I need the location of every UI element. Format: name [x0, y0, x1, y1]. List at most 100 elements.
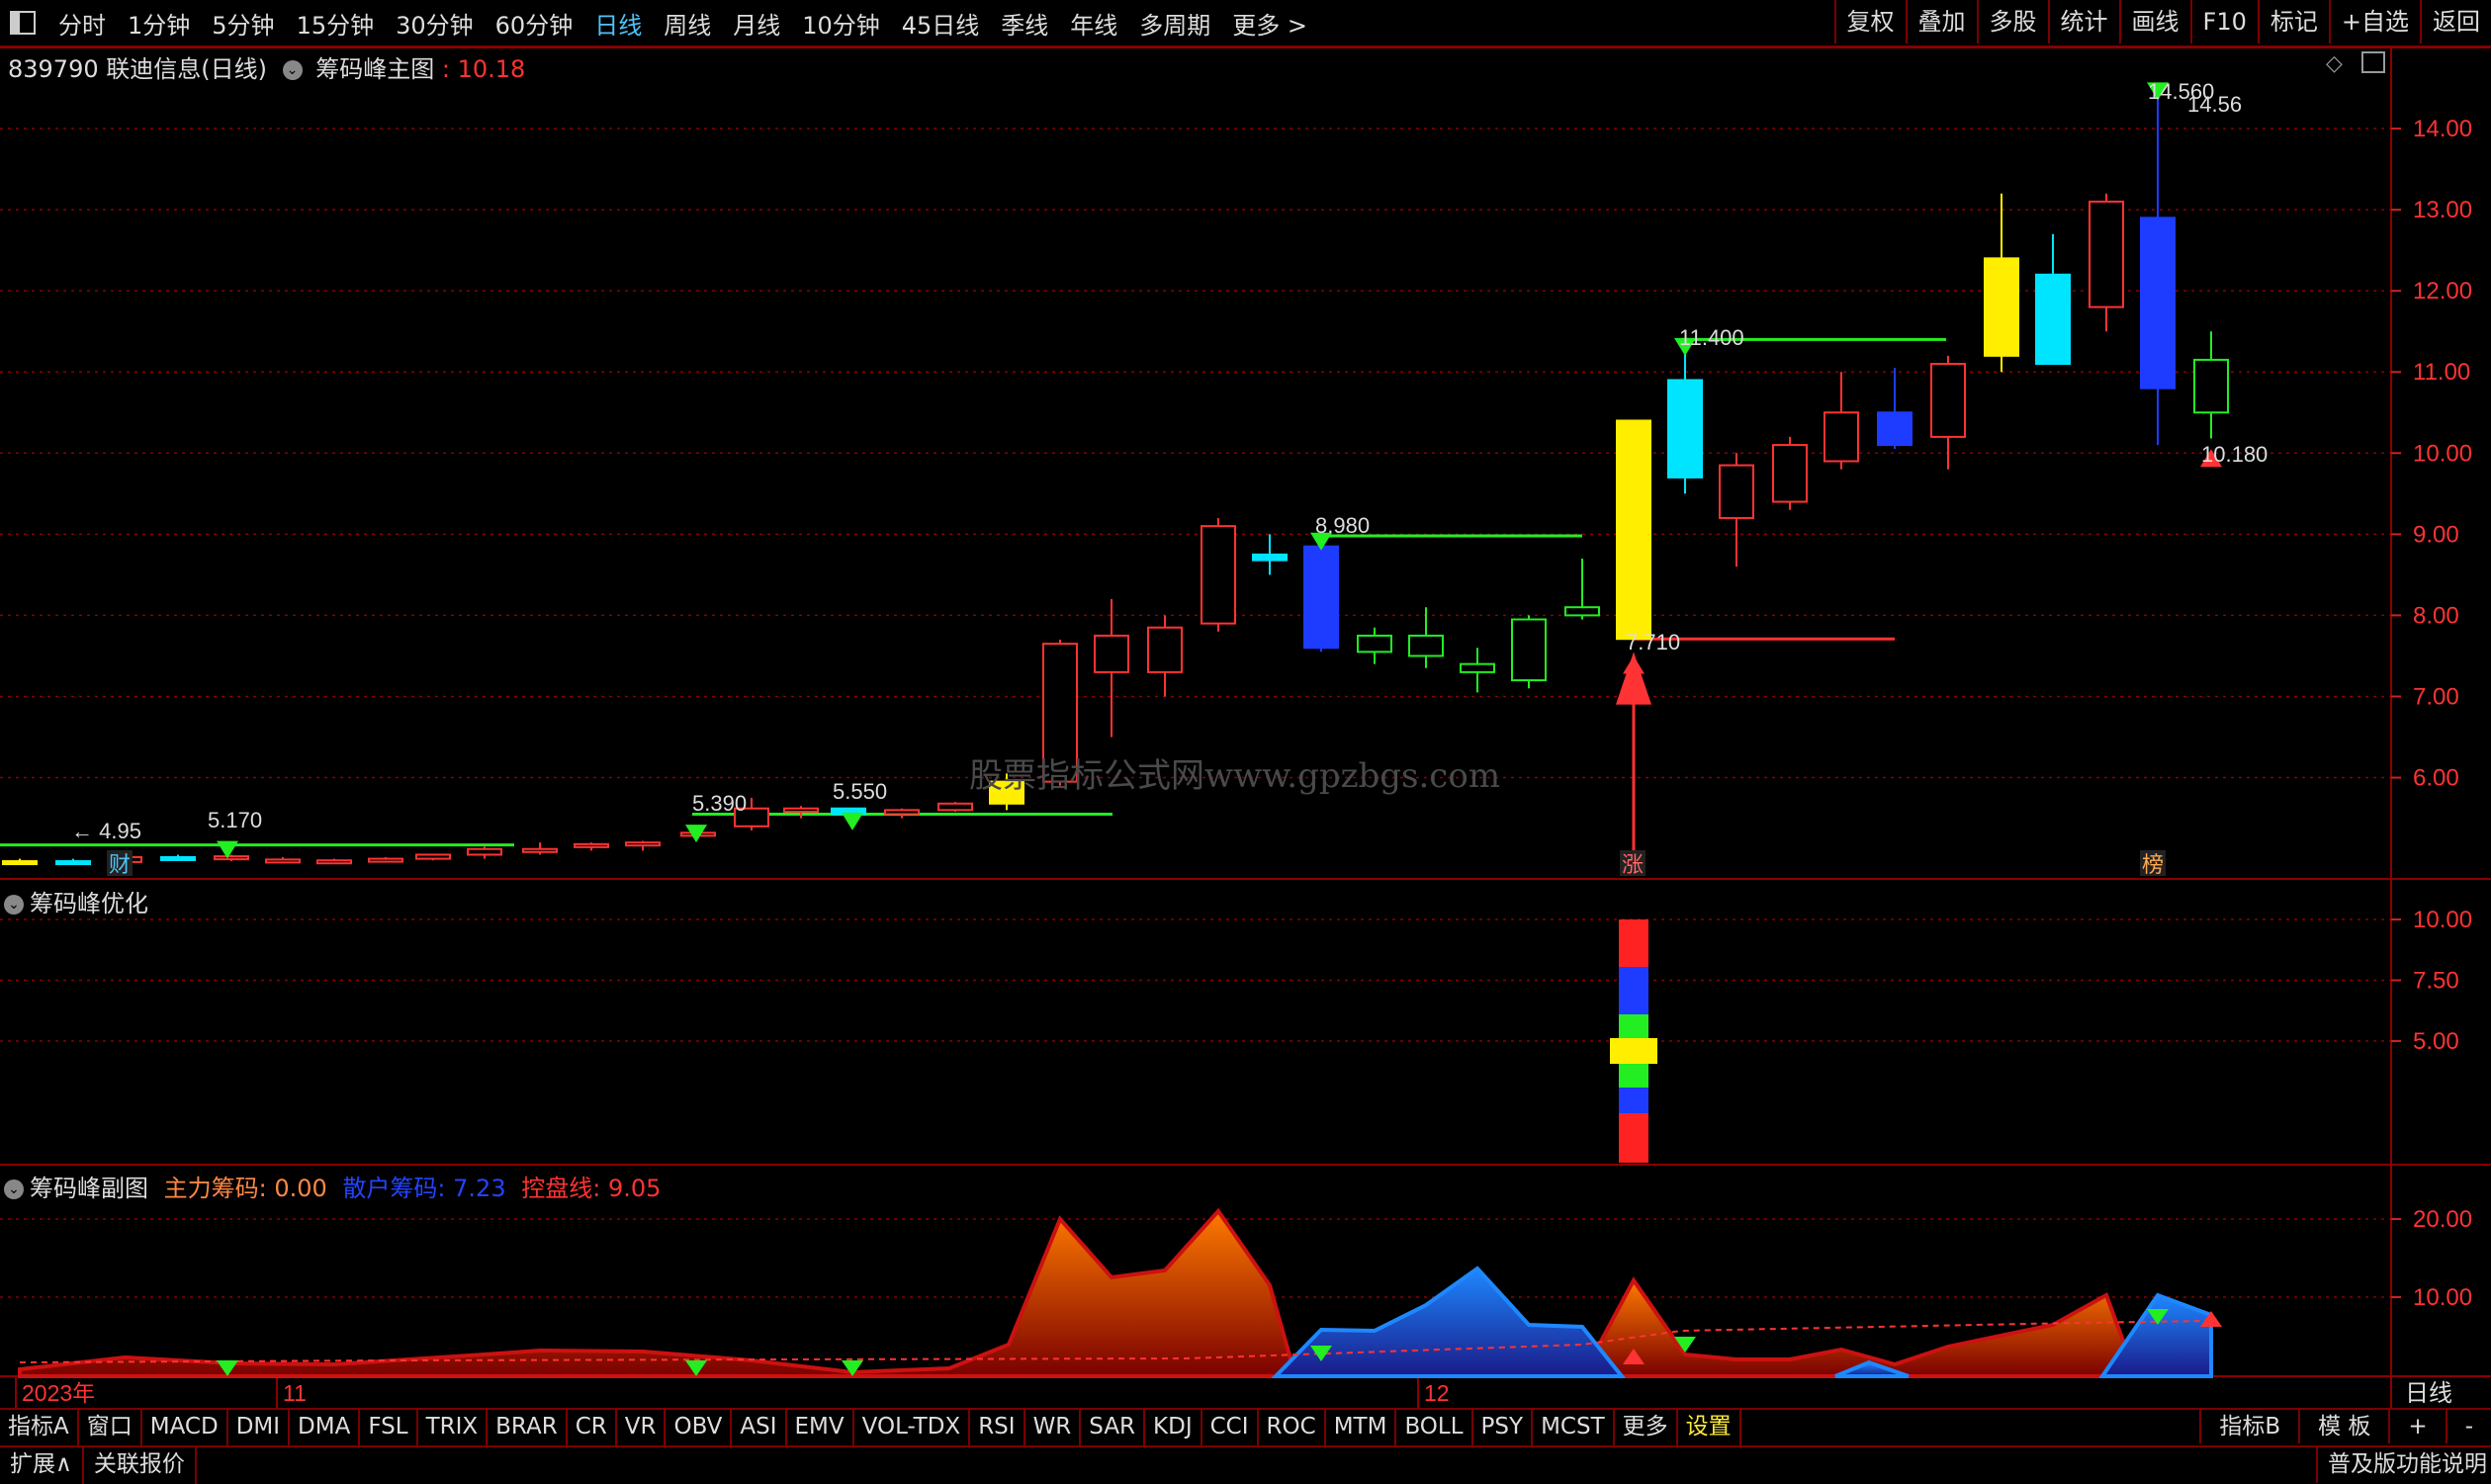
y-tick-label: 10.00: [2413, 907, 2472, 933]
candlestick-series: [2, 83, 2229, 866]
chevron-down-icon[interactable]: ⌄: [282, 60, 303, 80]
candle-body: [2, 860, 38, 866]
indicator-value: : 10.18: [441, 55, 526, 83]
status-item[interactable]: 关联报价: [84, 1445, 197, 1484]
candle-body: [415, 853, 451, 860]
indicator-tab[interactable]: WR: [1025, 1410, 1082, 1445]
candle-body: [1201, 525, 1236, 625]
indicator-right-button[interactable]: 模 板: [2298, 1410, 2388, 1443]
candle-body: [783, 807, 819, 813]
candle-body: [1984, 257, 2019, 357]
indicator-right-button[interactable]: +: [2388, 1410, 2445, 1443]
indicator-tab[interactable]: CCI: [1202, 1410, 1259, 1445]
help-link[interactable]: 普及版功能说明: [2316, 1445, 2491, 1483]
indicator-tab[interactable]: RSI: [970, 1410, 1025, 1445]
candle-body: [2089, 200, 2124, 308]
indicator-name[interactable]: 筹码峰主图: [315, 55, 434, 83]
chevron-down-icon[interactable]: ⌄: [4, 895, 24, 915]
candle-body: [368, 857, 403, 863]
indicator-tab[interactable]: TRIX: [418, 1410, 489, 1445]
candle-body: [2193, 358, 2229, 414]
indicator-tab[interactable]: FSL: [360, 1410, 418, 1445]
status-item[interactable]: 扩展∧: [0, 1445, 84, 1484]
chip-segment: [1619, 919, 1648, 967]
indicator-tab[interactable]: ROC: [1259, 1410, 1326, 1445]
diamond-icon[interactable]: ◇: [2326, 51, 2343, 76]
indicator-tab[interactable]: VOL-TDX: [854, 1410, 971, 1445]
indicator-tab[interactable]: BOLL: [1396, 1410, 1473, 1445]
sub-panel-title[interactable]: 筹码峰副图: [30, 1175, 148, 1202]
watermark: 股票指标公式网www.gpzbgs.com: [969, 756, 1501, 796]
retail-chip-area: [1271, 1266, 1627, 1378]
indicator-tab[interactable]: BRAR: [488, 1410, 568, 1445]
indicator-tab[interactable]: MACD: [142, 1410, 228, 1445]
candle-body: [467, 847, 502, 856]
candle-body: [884, 809, 920, 816]
candle-body: [1460, 662, 1495, 673]
candle-body: [1616, 419, 1651, 641]
price-annotation: 11.400: [1679, 325, 1744, 350]
main-chip-area: [1578, 1276, 2139, 1378]
mid-panel-header: ⌄ 筹码峰优化: [4, 884, 148, 918]
candle-body: [1252, 553, 1288, 562]
indicator-tab[interactable]: DMA: [290, 1410, 361, 1445]
indicator-right-button[interactable]: -: [2445, 1410, 2491, 1443]
retail-chips-label: 散户筹码: 7.23: [342, 1175, 506, 1202]
y-tick-label: 5.00: [2413, 1028, 2459, 1055]
panel-toggle-icon[interactable]: [2361, 51, 2385, 73]
indicator-tab[interactable]: PSY: [1473, 1410, 1534, 1445]
candle-body: [1408, 634, 1444, 657]
y-tick-label: 9.00: [2413, 521, 2459, 548]
candle-body: [1772, 444, 1808, 503]
x-axis-label: 12: [1424, 1380, 1450, 1406]
y-tick-label: 10.00: [2413, 440, 2472, 467]
candle-body: [55, 860, 91, 866]
price-annotation: 10.180: [2201, 442, 2268, 467]
mid-panel-title[interactable]: 筹码峰优化: [30, 890, 148, 917]
indicator-tab[interactable]: SAR: [1081, 1410, 1146, 1445]
y-tick-label: 13.00: [2413, 197, 2472, 223]
indicator-tab[interactable]: VR: [617, 1410, 667, 1445]
chip-segment: [1619, 967, 1648, 1014]
chevron-down-icon[interactable]: ⌄: [4, 1179, 24, 1199]
indicator-tab[interactable]: CR: [568, 1410, 617, 1445]
x-axis-label: 11: [283, 1380, 307, 1406]
candle-body: [1564, 606, 1600, 617]
y-tick-label: 20.00: [2413, 1206, 2472, 1233]
indicator-tab[interactable]: MCST: [1533, 1410, 1615, 1445]
indicator-tab[interactable]: ASI: [732, 1410, 787, 1445]
main-chips-label: 主力筹码: 0.00: [163, 1175, 327, 1202]
candle-body: [1094, 634, 1129, 673]
indicator-tab[interactable]: EMV: [787, 1410, 854, 1445]
price-annotation: 7.710: [1626, 630, 1680, 655]
candle-body: [2035, 273, 2071, 366]
candle-body: [522, 847, 558, 853]
y-tick-label: 7.50: [2413, 968, 2459, 995]
indicator-tab[interactable]: KDJ: [1145, 1410, 1202, 1445]
main-chip-area: [18, 1207, 1298, 1378]
indicator-tab[interactable]: DMI: [228, 1410, 291, 1445]
y-tick-label: 14.00: [2413, 116, 2472, 142]
indicator-tab[interactable]: 更多: [1615, 1410, 1678, 1445]
y-tick-label: 7.00: [2413, 683, 2459, 710]
indicator-tabs: 指标A 窗口 MACD DMI DMA FSL TRIX BRAR CR VR OBV ASI EMV V…: [0, 1410, 1741, 1445]
badge-bang: 榜: [2142, 853, 2164, 878]
indicator-tab[interactable]: 设置: [1678, 1410, 1741, 1445]
chip-area-series: [18, 1207, 2222, 1378]
x-axis-label: 2023年: [22, 1380, 95, 1406]
candle-body: [1824, 411, 1859, 463]
y-tick-label: 8.00: [2413, 602, 2459, 629]
candle-body: [1147, 626, 1183, 673]
candle-body: [1511, 618, 1547, 682]
indicator-tab[interactable]: OBV: [666, 1410, 733, 1445]
sub-panel-header: ⌄ 筹码峰副图 主力筹码: 0.00 散户筹码: 7.23 控盘线: 9.05: [4, 1169, 661, 1203]
y-tick-label: 6.00: [2413, 765, 2459, 792]
chip-segment: [1619, 1014, 1648, 1038]
indicator-toolbar: 指标A 窗口 MACD DMI DMA FSL TRIX BRAR CR VR OBV ASI EMV V…: [0, 1408, 2491, 1447]
indicator-tab[interactable]: 指标A: [0, 1410, 79, 1445]
candle-body: [214, 855, 249, 861]
indicator-right-button[interactable]: 指标B: [2199, 1410, 2298, 1443]
indicator-tab[interactable]: MTM: [1326, 1410, 1397, 1445]
candle-body: [574, 842, 609, 848]
indicator-tab[interactable]: 窗口: [79, 1410, 142, 1445]
